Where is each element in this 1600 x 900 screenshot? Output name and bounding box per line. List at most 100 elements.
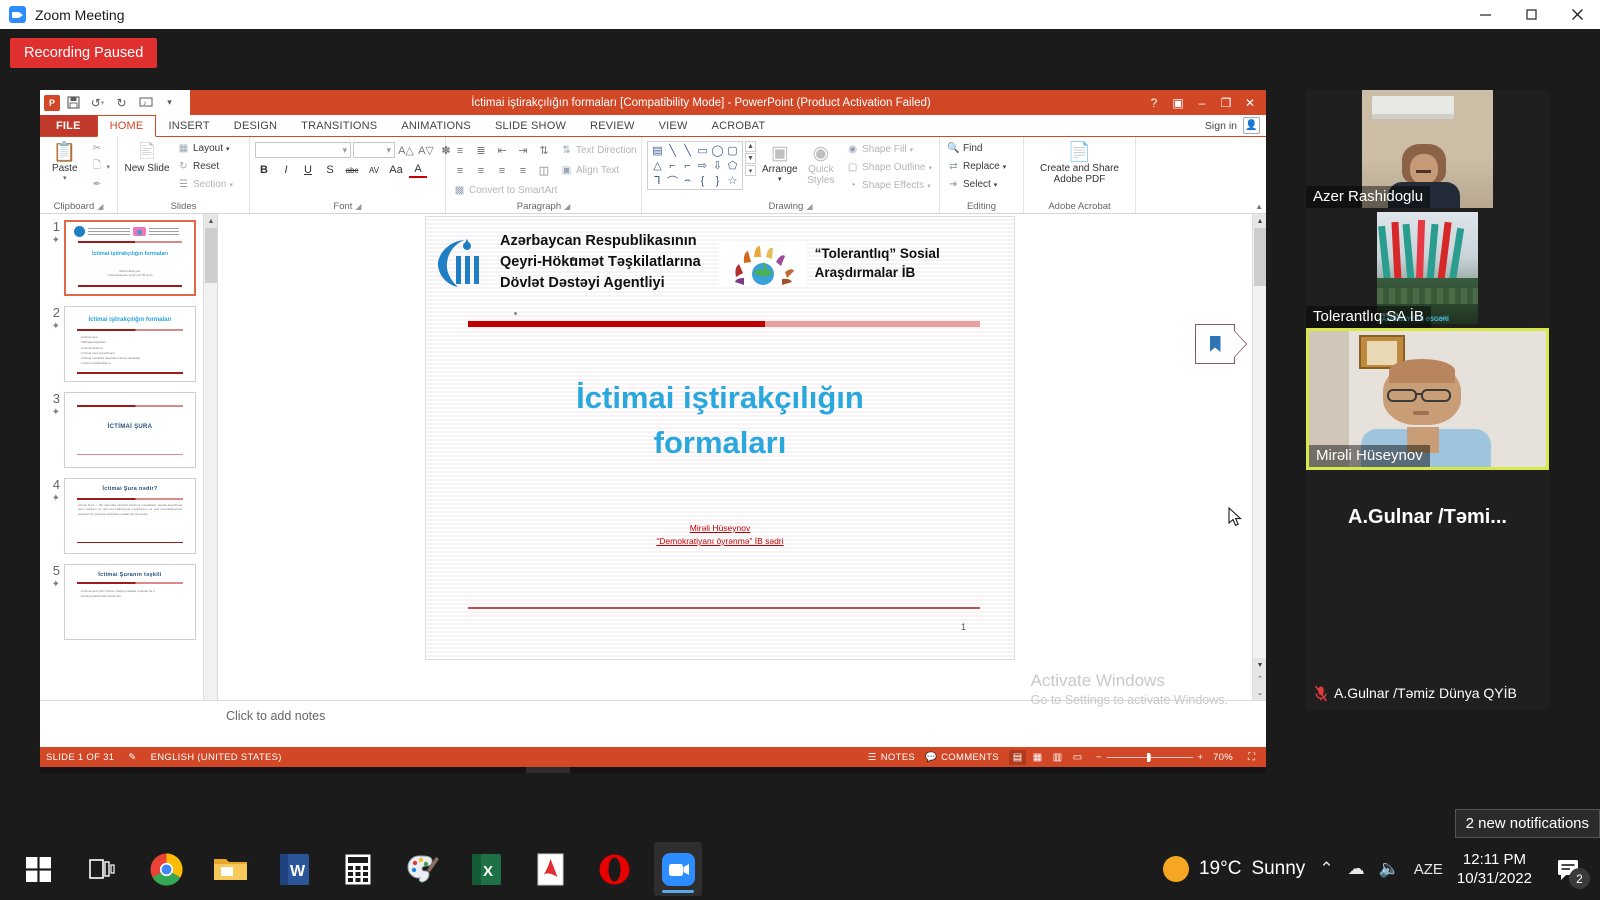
increase-indent-icon[interactable]: ⇥ bbox=[514, 143, 532, 159]
select-button[interactable]: ➜Select▾ bbox=[945, 176, 1008, 193]
undo-icon[interactable]: ↺▾ bbox=[87, 92, 108, 113]
notes-placeholder[interactable]: Click to add notes bbox=[226, 701, 325, 723]
adobe-reader-icon[interactable] bbox=[526, 842, 574, 896]
participant-tile-mirali-huseynov[interactable]: Mirəli Hüseynov bbox=[1306, 328, 1549, 470]
tab-home[interactable]: HOME bbox=[97, 115, 157, 137]
slide-editing-area[interactable]: Azərbaycan Respublikasının Qeyri-Hökumət… bbox=[218, 214, 1266, 700]
align-center-icon[interactable]: ≡ bbox=[472, 163, 490, 179]
thumbnail-item-1[interactable]: 1✦ İctimai iştirakçılığın formaları Mirə… bbox=[40, 220, 217, 306]
shrink-font-icon[interactable]: A▽ bbox=[417, 142, 435, 158]
participant-tile-tolerantliq-sa-ib[interactable]: SAĞ OL, AZƏRBAYCAN ƏSGƏRİ Tolerantlıq SA… bbox=[1306, 208, 1549, 328]
thumbnail-slide[interactable]: İctimai iştirakçılığın formaları İctimai… bbox=[64, 306, 196, 382]
start-icon[interactable] bbox=[14, 842, 62, 896]
tab-file[interactable]: FILE bbox=[40, 115, 97, 136]
font-color-button[interactable]: A bbox=[409, 162, 427, 178]
opera-icon[interactable] bbox=[590, 842, 638, 896]
align-right-icon[interactable]: ≡ bbox=[493, 163, 511, 179]
scrollbar-thumb[interactable] bbox=[205, 228, 217, 283]
current-slide[interactable]: Azərbaycan Respublikasının Qeyri-Hökumət… bbox=[425, 216, 1015, 660]
tab-review[interactable]: REVIEW bbox=[578, 115, 647, 136]
participant-tile-a-gulnar[interactable]: A.Gulnar /Təmi... bbox=[1306, 470, 1549, 529]
file-explorer-icon[interactable] bbox=[206, 842, 254, 896]
zoom-out-button[interactable]: − bbox=[1096, 752, 1102, 763]
thumbnail-scrollbar[interactable]: ▲ bbox=[203, 214, 217, 700]
chrome-icon[interactable] bbox=[142, 842, 190, 896]
section-button[interactable]: ☰Section▾ bbox=[175, 176, 235, 193]
ribbon-collapse-icon[interactable]: ▲ bbox=[1255, 202, 1263, 211]
drawing-dialog-launcher-icon[interactable]: ◢ bbox=[806, 202, 812, 211]
printer-icon[interactable] bbox=[238, 767, 282, 773]
scroll-up-icon[interactable]: ▲ bbox=[204, 214, 218, 228]
previous-slide-icon[interactable]: ⌃ bbox=[1253, 672, 1266, 686]
shape-outline-button[interactable]: ▢Shape Outline▾ bbox=[844, 159, 934, 176]
zoom-in-button[interactable]: + bbox=[1198, 752, 1204, 763]
start-icon[interactable] bbox=[46, 767, 90, 773]
down-arrow-shape-icon[interactable]: ⇩ bbox=[713, 159, 722, 172]
thumbnail-item-4[interactable]: 4✦ İctimai Şura nədir? İctimai Şura — Bu… bbox=[40, 478, 217, 564]
comments-button[interactable]: 💬COMMENTS bbox=[925, 752, 999, 763]
shapes-more-icon[interactable]: ▾ bbox=[745, 165, 756, 176]
slide-counter[interactable]: SLIDE 1 OF 31 bbox=[46, 752, 114, 763]
rectangle-shape-icon[interactable]: ▭ bbox=[697, 144, 707, 157]
elbow-arrow-icon[interactable]: ⌐ bbox=[684, 160, 690, 172]
account-icon[interactable]: 👤 bbox=[1243, 117, 1260, 134]
notification-center-button[interactable]: 2 bbox=[1546, 846, 1592, 892]
slide-thumbnail-pane[interactable]: 1✦ İctimai iştirakçılığın formaları Mirə… bbox=[40, 214, 218, 700]
numbering-icon[interactable]: ≣ bbox=[472, 143, 490, 159]
zoom-track[interactable] bbox=[1107, 757, 1193, 758]
scroll-up-icon[interactable]: ▲ bbox=[1253, 214, 1266, 228]
elbow-connector-icon[interactable]: ⌐ bbox=[669, 160, 675, 172]
close-icon[interactable]: ✕ bbox=[1238, 90, 1262, 115]
character-spacing-button[interactable]: AV bbox=[365, 162, 383, 178]
spellcheck-icon[interactable]: ✎ bbox=[128, 752, 136, 763]
volume-icon[interactable]: 🔈 bbox=[1379, 859, 1400, 879]
tab-slide-show[interactable]: SLIDE SHOW bbox=[483, 115, 578, 136]
columns-icon[interactable]: ◫ bbox=[535, 163, 553, 179]
new-slide-button[interactable]: 🖹 New Slide bbox=[123, 140, 171, 174]
language-indicator[interactable]: ENGLISH (UNITED STATES) bbox=[151, 752, 282, 763]
replace-button[interactable]: ⇄Replace▾ bbox=[945, 158, 1008, 175]
arc-shape-icon[interactable]: ⌒ bbox=[667, 173, 678, 189]
bold-button[interactable]: B bbox=[255, 162, 273, 178]
start-slideshow-icon[interactable]: ♪ bbox=[135, 92, 156, 113]
paste-button[interactable]: 📋 Paste ▾ bbox=[45, 140, 84, 182]
next-slide-icon[interactable]: ⌄ bbox=[1253, 686, 1266, 700]
star-shape-icon[interactable]: ☆ bbox=[728, 174, 738, 187]
layout-button[interactable]: ▦Layout▾ bbox=[175, 140, 235, 157]
minimize-icon[interactable]: – bbox=[1190, 90, 1214, 115]
chrome-icon[interactable] bbox=[286, 767, 330, 773]
curve-shape-icon[interactable]: ⌢ bbox=[684, 174, 691, 187]
change-case-button[interactable]: Aa bbox=[387, 162, 405, 178]
tab-animations[interactable]: ANIMATIONS bbox=[389, 115, 483, 136]
zoom-icon[interactable] bbox=[654, 842, 702, 896]
slide-sorter-icon[interactable]: ▦ bbox=[1029, 750, 1046, 765]
thumbnail-slide[interactable]: İctimai Şura nədir? İctimai Şura — Bu qa… bbox=[64, 478, 196, 554]
slide-vertical-scrollbar[interactable]: ▲ ▼ ⌃ ⌄ bbox=[1252, 214, 1266, 700]
show-hidden-icons-icon[interactable]: ⌃ bbox=[1319, 859, 1333, 879]
pentagon-shape-icon[interactable]: ⬠ bbox=[728, 159, 738, 172]
maximize-icon[interactable] bbox=[1508, 0, 1554, 29]
freeform-shape-icon[interactable]: ⅂ bbox=[654, 174, 660, 187]
arrow-shape-icon[interactable]: ╲ bbox=[684, 144, 691, 157]
minimize-icon[interactable] bbox=[1462, 0, 1508, 29]
opera-icon[interactable] bbox=[334, 767, 378, 773]
participant-tile-azer-rashidoglu[interactable]: Azer Rashidoglu bbox=[1306, 90, 1549, 208]
sign-in-link[interactable]: Sign in bbox=[1205, 120, 1237, 132]
tab-acrobat[interactable]: ACROBAT bbox=[700, 115, 778, 136]
paragraph-dialog-launcher-icon[interactable]: ◢ bbox=[564, 202, 570, 211]
grow-font-icon[interactable]: A△ bbox=[397, 142, 415, 158]
clock[interactable]: 12:11 PM 10/31/2022 bbox=[1457, 850, 1532, 888]
align-text-button[interactable]: ▣Align Text bbox=[558, 162, 621, 179]
decrease-indent-icon[interactable]: ⇤ bbox=[493, 143, 511, 159]
calculator-icon[interactable] bbox=[334, 842, 382, 896]
underline-button[interactable]: U bbox=[299, 162, 317, 178]
fit-slide-to-window-icon[interactable]: ⛶ bbox=[1243, 750, 1260, 765]
shape-fill-button[interactable]: ◉Shape Fill▾ bbox=[844, 141, 934, 158]
font-name-input[interactable]: ▾ bbox=[255, 142, 351, 158]
bullets-icon[interactable]: ≡ bbox=[451, 143, 469, 159]
align-left-icon[interactable]: ≡ bbox=[451, 163, 469, 179]
task-view-icon[interactable] bbox=[78, 842, 126, 896]
weather-widget[interactable]: 19°C Sunny bbox=[1163, 856, 1305, 882]
thumbnail-slide[interactable]: İctimai Şuranın təşkili İctimai şura QHT… bbox=[64, 564, 196, 640]
shapes-gallery[interactable]: ▤ ╲ ╲ ▭ ◯ ▢ △ ⌐ ⌐ ⇨ ⇩ ⬠ ⅂ bbox=[647, 141, 743, 190]
